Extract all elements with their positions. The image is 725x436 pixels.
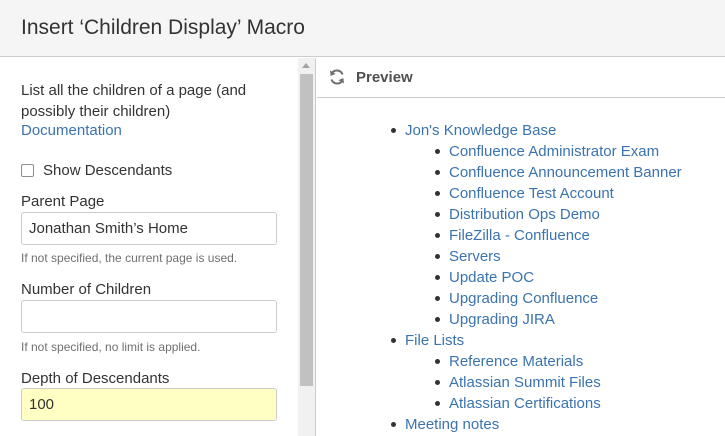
preview-panel: Preview Jon's Knowledge Base Confluence A… bbox=[317, 58, 725, 436]
tree-sublist: Reference Materials Atlassian Summit File… bbox=[405, 351, 725, 414]
dialog-title: Insert ‘Children Display’ Macro bbox=[21, 16, 305, 39]
tree-item-link[interactable]: File Lists bbox=[405, 332, 464, 349]
children-tree: Jon's Knowledge Base Confluence Administr… bbox=[317, 120, 725, 435]
tree-subitem: FileZilla - Confluence bbox=[317, 225, 725, 246]
tree-subitem: Confluence Administrator Exam bbox=[317, 141, 725, 162]
depth-of-descendants-label: Depth of Descendants bbox=[21, 370, 170, 387]
macro-description: List all the children of a page (and pos… bbox=[21, 82, 247, 120]
number-of-children-input[interactable] bbox=[21, 300, 277, 333]
dialog-header: Insert ‘Children Display’ Macro bbox=[0, 0, 725, 57]
tree-subitem: Reference Materials bbox=[317, 351, 725, 372]
tree-subitem-link[interactable]: Atlassian Certifications bbox=[449, 395, 601, 412]
tree-subitem: Atlassian Summit Files bbox=[317, 372, 725, 393]
tree-item: Jon's Knowledge Base Confluence Administr… bbox=[317, 120, 725, 330]
tree-subitem-link[interactable]: Confluence Administrator Exam bbox=[449, 143, 659, 160]
number-of-children-label: Number of Children bbox=[21, 281, 152, 298]
show-descendants-checkbox[interactable] bbox=[21, 163, 34, 177]
tree-subitem: Confluence Announcement Banner bbox=[317, 162, 725, 183]
tree-subitem: Upgrading Confluence bbox=[317, 288, 725, 309]
tree-item: Meeting notes bbox=[317, 414, 725, 435]
tree-subitem-link[interactable]: Confluence Test Account bbox=[449, 185, 614, 202]
tree-sublist: Confluence Administrator Exam Confluence … bbox=[405, 141, 725, 330]
scrollbar-thumb[interactable] bbox=[300, 74, 313, 386]
refresh-icon[interactable] bbox=[328, 68, 346, 86]
tree-subitem: Upgrading JIRA bbox=[317, 309, 725, 330]
tree-subitem: Confluence Test Account bbox=[317, 183, 725, 204]
tree-subitem: Distribution Ops Demo bbox=[317, 204, 725, 225]
tree-subitem-link[interactable]: Atlassian Summit Files bbox=[449, 374, 601, 391]
preview-toolbar: Preview bbox=[317, 58, 725, 98]
tree-item: File Lists Reference Materials Atlassian S… bbox=[317, 330, 725, 414]
tree-subitem-link[interactable]: Upgrading Confluence bbox=[449, 290, 598, 307]
tree-subitem: Update POC bbox=[317, 267, 725, 288]
tree-item-link[interactable]: Meeting notes bbox=[405, 416, 499, 433]
tree-root-list: Jon's Knowledge Base Confluence Administr… bbox=[317, 120, 725, 435]
parent-page-input[interactable]: Jonathan Smith’s Home bbox=[21, 212, 277, 245]
left-panel-scrollbar[interactable] bbox=[298, 58, 316, 436]
parent-page-label: Parent Page bbox=[21, 193, 105, 210]
parent-page-hint: If not specified, the current page is us… bbox=[21, 251, 238, 265]
documentation-link[interactable]: Documentation bbox=[21, 122, 122, 139]
show-descendants-label[interactable]: Show Descendants bbox=[43, 162, 172, 179]
tree-subitem-link[interactable]: Upgrading JIRA bbox=[449, 311, 555, 328]
tree-subitem-link[interactable]: FileZilla - Confluence bbox=[449, 227, 590, 244]
tree-item-link[interactable]: Jon's Knowledge Base bbox=[405, 122, 556, 139]
number-of-children-hint: If not specified, no limit is applied. bbox=[21, 340, 201, 354]
tree-subitem-link[interactable]: Confluence Announcement Banner bbox=[449, 164, 682, 181]
depth-of-descendants-input[interactable]: 100 bbox=[21, 388, 277, 421]
scroll-up-arrow-icon[interactable] bbox=[302, 63, 310, 68]
show-descendants-row[interactable]: Show Descendants bbox=[21, 160, 172, 180]
preview-label: Preview bbox=[356, 69, 413, 86]
tree-subitem-link[interactable]: Servers bbox=[449, 248, 501, 265]
tree-subitem-link[interactable]: Update POC bbox=[449, 269, 534, 286]
tree-subitem: Servers bbox=[317, 246, 725, 267]
tree-subitem-link[interactable]: Distribution Ops Demo bbox=[449, 206, 600, 223]
tree-subitem-link[interactable]: Reference Materials bbox=[449, 353, 583, 370]
tree-subitem: Atlassian Certifications bbox=[317, 393, 725, 414]
